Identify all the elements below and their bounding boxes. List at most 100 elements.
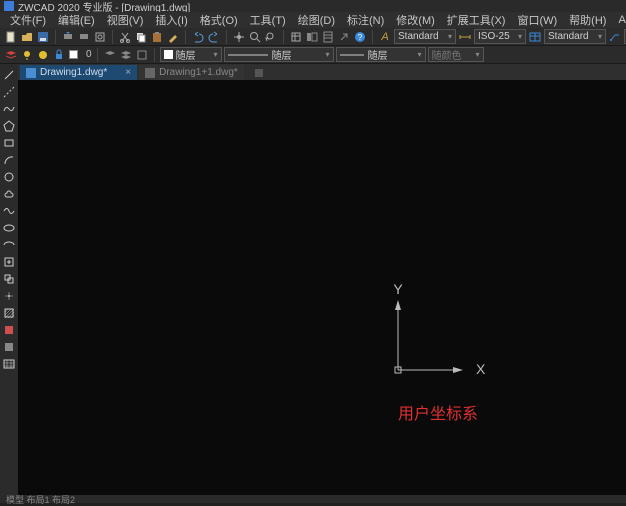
mleaderstyle-icon[interactable]	[608, 30, 622, 44]
pan-icon[interactable]	[232, 30, 246, 44]
menu-app[interactable]: APP+	[612, 14, 626, 26]
ellipse-icon[interactable]	[2, 221, 16, 235]
redo-icon[interactable]	[207, 30, 221, 44]
cut-icon[interactable]	[118, 30, 132, 44]
polyline-icon[interactable]	[2, 102, 16, 116]
white-swatch-icon	[69, 50, 78, 59]
props-icon[interactable]	[289, 30, 303, 44]
layer-iso-icon[interactable]	[119, 48, 133, 62]
svg-text:?: ?	[358, 33, 363, 42]
zoom-icon[interactable]	[248, 30, 262, 44]
dimstyle-icon[interactable]	[458, 30, 472, 44]
tab-label: Drawing1+1.dwg*	[159, 67, 238, 78]
chevron-down-icon: ▾	[476, 50, 480, 59]
menu-ext[interactable]: 扩展工具(X)	[441, 12, 512, 28]
toolbar-1: ? A Standard▾ ISO-25 ▾ Standard▾ Standard…	[0, 28, 626, 46]
main-area: Drawing1.dwg* × Drawing1+1.dwg* Y X 用户坐标…	[0, 64, 626, 495]
separator	[372, 30, 373, 44]
menu-view[interactable]: 视图(V)	[101, 12, 150, 28]
ucs-icon: Y X	[378, 280, 488, 390]
menu-draw[interactable]: 绘图(D)	[292, 12, 341, 28]
layer-lock-icon[interactable]	[52, 48, 66, 62]
dwg-icon	[145, 68, 155, 78]
menu-modify[interactable]: 修改(M)	[390, 12, 441, 28]
chevron-down-icon: ▾	[518, 32, 522, 41]
table-icon[interactable]	[2, 357, 16, 371]
design-center-icon[interactable]	[305, 30, 319, 44]
separator	[112, 30, 113, 44]
color-dropdown[interactable]: 随层▾	[160, 47, 222, 62]
dwg-icon	[26, 68, 36, 78]
layer-color-icon[interactable]	[68, 48, 82, 62]
menu-window[interactable]: 窗口(W)	[511, 12, 563, 28]
layer-walk-icon[interactable]	[135, 48, 149, 62]
insert-block-icon[interactable]	[2, 255, 16, 269]
close-icon[interactable]: ×	[125, 67, 131, 78]
print-down-icon[interactable]	[61, 30, 75, 44]
title-bar: ZWCAD 2020 专业版 - [Drawing1.dwg]	[0, 0, 626, 12]
textstyle-dropdown[interactable]: Standard▾	[394, 29, 456, 44]
tablestyle-dropdown[interactable]: Standard▾	[544, 29, 606, 44]
line-icon[interactable]	[2, 68, 16, 82]
print-preview-icon[interactable]	[93, 30, 107, 44]
tab-drawing1[interactable]: Drawing1.dwg* ×	[20, 65, 137, 80]
separator	[283, 30, 284, 44]
polygon-icon[interactable]	[2, 119, 16, 133]
layer-manager-icon[interactable]	[4, 48, 18, 62]
plotstyle-dropdown[interactable]: 随颜色 ▾	[428, 47, 484, 62]
drawing-canvas[interactable]: Y X 用户坐标系	[18, 80, 626, 495]
copy-icon[interactable]	[134, 30, 148, 44]
tool-palette-icon[interactable]	[321, 30, 335, 44]
ellipse-arc-icon[interactable]	[2, 238, 16, 252]
layer-freeze-icon[interactable]	[36, 48, 50, 62]
tablestyle-icon[interactable]	[528, 30, 542, 44]
rectangle-icon[interactable]	[2, 136, 16, 150]
region-icon[interactable]	[2, 340, 16, 354]
textstyle-value: Standard	[398, 31, 439, 42]
tablestyle-value: Standard	[548, 31, 589, 42]
color-value: 随层	[176, 47, 196, 62]
menu-dim[interactable]: 标注(N)	[341, 12, 390, 28]
menu-tools[interactable]: 工具(T)	[244, 12, 292, 28]
save-icon[interactable]	[36, 30, 50, 44]
menu-format[interactable]: 格式(O)	[194, 12, 244, 28]
paste-icon[interactable]	[150, 30, 164, 44]
menu-edit[interactable]: 编辑(E)	[52, 12, 101, 28]
matchprop-icon[interactable]	[166, 30, 180, 44]
app-logo-icon	[4, 1, 14, 11]
ucs-y-label: Y	[393, 281, 403, 297]
canvas-wrap: Drawing1.dwg* × Drawing1+1.dwg* Y X 用户坐标…	[18, 64, 626, 495]
separator	[97, 48, 98, 62]
point-icon[interactable]	[2, 289, 16, 303]
print-dd-icon[interactable]	[77, 30, 91, 44]
lineweight-dropdown[interactable]: 随层▾	[336, 47, 426, 62]
help-icon[interactable]: ?	[353, 30, 367, 44]
arc-icon[interactable]	[2, 153, 16, 167]
plotstyle-value: 随颜色	[432, 47, 462, 62]
hatch-icon[interactable]	[2, 306, 16, 320]
layer-on-icon[interactable]	[20, 48, 34, 62]
left-toolbar	[0, 64, 18, 495]
layer-prev-icon[interactable]	[103, 48, 117, 62]
menu-help[interactable]: 帮助(H)	[563, 12, 612, 28]
cleanup-icon[interactable]	[337, 30, 351, 44]
tab-drawing1-1[interactable]: Drawing1+1.dwg*	[139, 65, 244, 80]
separator	[154, 48, 155, 62]
open-icon[interactable]	[20, 30, 34, 44]
spline-icon[interactable]	[2, 204, 16, 218]
circle-icon[interactable]	[2, 170, 16, 184]
make-block-icon[interactable]	[2, 272, 16, 286]
dimstyle-value: ISO-25	[478, 31, 510, 42]
tabs-menu-icon[interactable]	[252, 66, 266, 80]
xline-icon[interactable]	[2, 85, 16, 99]
dimstyle-dropdown[interactable]: ISO-25 ▾	[474, 29, 526, 44]
menu-file[interactable]: 文件(F)	[4, 12, 52, 28]
revcloud-icon[interactable]	[2, 187, 16, 201]
zoom-prev-icon[interactable]	[264, 30, 278, 44]
undo-icon[interactable]	[191, 30, 205, 44]
linetype-dropdown[interactable]: 随层▾	[224, 47, 334, 62]
textstyle-icon[interactable]: A	[378, 30, 392, 44]
gradient-icon[interactable]	[2, 323, 16, 337]
menu-insert[interactable]: 插入(I)	[149, 12, 193, 28]
new-icon[interactable]	[4, 30, 18, 44]
